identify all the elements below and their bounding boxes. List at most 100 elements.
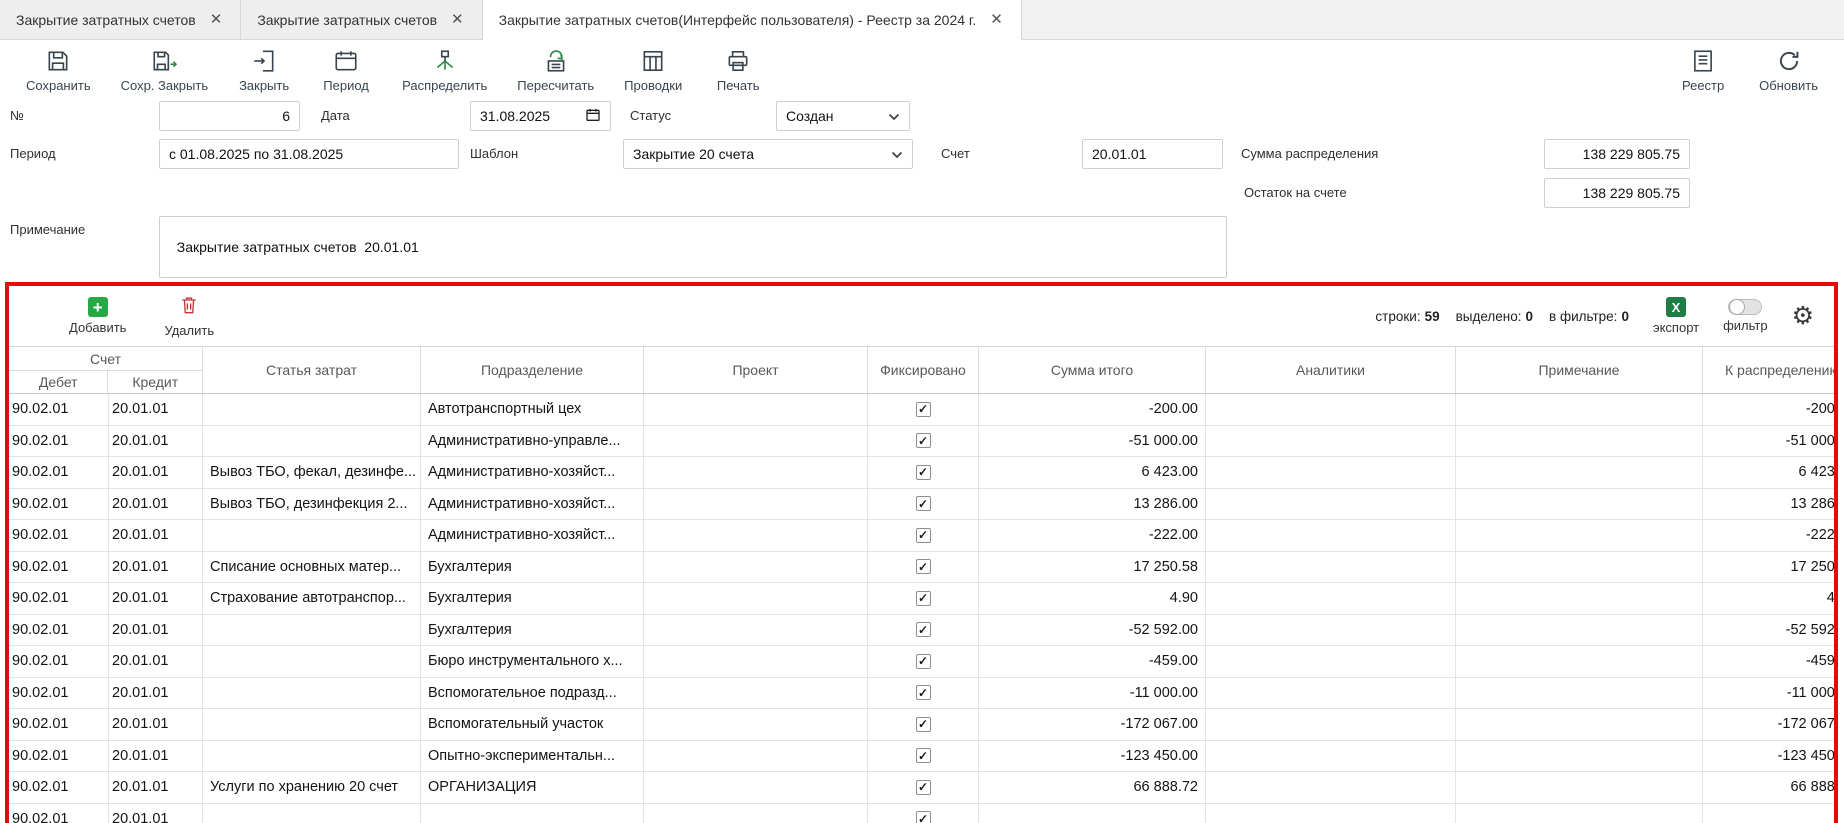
cell-analytics: [1206, 583, 1456, 614]
fixed-checkbox[interactable]: ✓: [916, 402, 931, 417]
table-row[interactable]: 90.02.0120.01.01Вывоз ТБО, фекал, дезинф…: [9, 457, 1838, 489]
cell-department: Административно-хозяйст...: [421, 489, 644, 520]
cell-analytics: [1206, 520, 1456, 551]
close-tab-icon[interactable]: ✕: [988, 10, 1005, 29]
print-button[interactable]: Печать: [712, 47, 764, 93]
table-row[interactable]: 90.02.0120.01.01Бухгалтерия✓-52 592.00-5…: [9, 615, 1838, 647]
date-picker-icon[interactable]: [585, 107, 601, 126]
table-row[interactable]: 90.02.0120.01.01Вывоз ТБО, дезинфекция 2…: [9, 489, 1838, 521]
table-row[interactable]: 90.02.0120.01.01Автотранспортный цех✓-20…: [9, 394, 1838, 426]
balance-field[interactable]: 138 229 805.75: [1544, 178, 1690, 208]
table-row[interactable]: 90.02.0120.01.01Услуги по хранению 20 сч…: [9, 772, 1838, 804]
fixed-checkbox[interactable]: ✓: [916, 433, 931, 448]
delete-row-button[interactable]: Удалить: [164, 295, 214, 338]
close-tab-icon[interactable]: ✕: [208, 10, 225, 29]
cell-note: [1456, 646, 1703, 677]
table-row[interactable]: 90.02.0120.01.01Опытно-экспериментальн..…: [9, 741, 1838, 773]
cell-project: [644, 457, 868, 488]
cell-cost-item: [203, 709, 421, 740]
distribute-label: Распределить: [402, 78, 487, 93]
header-fixed[interactable]: Фиксировано: [868, 347, 979, 393]
fixed-checkbox[interactable]: ✓: [916, 496, 931, 511]
header-to-distribute[interactable]: К распределению: [1703, 347, 1838, 393]
export-excel-button[interactable]: X экспорт: [1653, 297, 1699, 335]
cell-fixed: ✓: [868, 552, 979, 583]
table-row[interactable]: 90.02.0120.01.01Вспомогательное подразд.…: [9, 678, 1838, 710]
fixed-checkbox[interactable]: ✓: [916, 528, 931, 543]
fixed-checkbox[interactable]: ✓: [916, 622, 931, 637]
distribute-button[interactable]: Распределить: [402, 47, 487, 93]
gear-icon[interactable]: ⚙: [1792, 304, 1814, 329]
note-field[interactable]: Закрытие затратных счетов 20.01.01: [159, 216, 1227, 278]
period-value: с 01.08.2025 по 31.08.2025: [169, 146, 343, 162]
table-row[interactable]: 90.02.0120.01.01Страхование автотранспор…: [9, 583, 1838, 615]
fixed-checkbox[interactable]: ✓: [916, 559, 931, 574]
fixed-checkbox[interactable]: ✓: [916, 654, 931, 669]
cell-cost-item: [203, 394, 421, 425]
header-credit[interactable]: Кредит: [108, 371, 202, 393]
header-cost-item[interactable]: Статья затрат: [203, 347, 421, 393]
fixed-checkbox[interactable]: ✓: [916, 780, 931, 795]
cell-credit: 20.01.01: [109, 520, 203, 551]
date-field[interactable]: 31.08.2025: [470, 101, 611, 131]
cell-fixed: ✓: [868, 457, 979, 488]
save-close-button[interactable]: Сохр. Закрыть: [121, 47, 209, 93]
header-note[interactable]: Примечание: [1456, 347, 1703, 393]
header-total[interactable]: Сумма итого: [979, 347, 1206, 393]
table-row[interactable]: 90.02.0120.01.01Административно-хозяйст.…: [9, 520, 1838, 552]
cell-total: -52 592.00: [979, 615, 1206, 646]
cell-to-distribute: -222.00: [1703, 520, 1838, 551]
account-field[interactable]: 20.01.01: [1082, 139, 1223, 169]
fixed-checkbox[interactable]: ✓: [916, 717, 931, 732]
fixed-checkbox[interactable]: ✓: [916, 685, 931, 700]
recalculate-button[interactable]: Пересчитать: [517, 47, 594, 93]
postings-button[interactable]: Проводки: [624, 47, 682, 93]
distribute-icon: [432, 47, 458, 75]
cell-credit: 20.01.01: [109, 709, 203, 740]
cell-debit: 90.02.01: [9, 426, 109, 457]
close-button[interactable]: Закрыть: [238, 47, 290, 93]
fixed-checkbox[interactable]: ✓: [916, 811, 931, 823]
cell-total: -222.00: [979, 520, 1206, 551]
add-row-button[interactable]: + Добавить: [69, 297, 126, 335]
cell-total: 6 423.00: [979, 457, 1206, 488]
registry-button[interactable]: Реестр: [1677, 47, 1729, 93]
table-row[interactable]: 90.02.0120.01.01Вспомогательный участок✓…: [9, 709, 1838, 741]
close-tab-icon[interactable]: ✕: [449, 10, 466, 29]
save-button[interactable]: Сохранить: [26, 47, 91, 93]
cell-cost-item: Вывоз ТБО, дезинфекция 2...: [203, 489, 421, 520]
filter-toggle[interactable]: фильтр: [1723, 299, 1767, 333]
cell-note: [1456, 520, 1703, 551]
template-select[interactable]: Закрытие 20 счета: [623, 139, 913, 169]
fixed-checkbox[interactable]: ✓: [916, 465, 931, 480]
table-row[interactable]: 90.02.0120.01.01Административно-управле.…: [9, 426, 1838, 458]
fixed-checkbox[interactable]: ✓: [916, 748, 931, 763]
header-debit[interactable]: Дебет: [9, 371, 108, 393]
status-select[interactable]: Создан: [776, 101, 910, 131]
fixed-checkbox[interactable]: ✓: [916, 591, 931, 606]
cell-department: Автотранспортный цех: [421, 394, 644, 425]
cell-note: [1456, 583, 1703, 614]
distribution-sum-field[interactable]: 138 229 805.75: [1544, 139, 1690, 169]
period-button[interactable]: Период: [320, 47, 372, 93]
table-row[interactable]: 90.02.0120.01.01✓: [9, 804, 1838, 823]
tab-close-accounts-1[interactable]: Закрытие затратных счетов ✕: [0, 0, 241, 39]
rows-count: строки:59: [1375, 309, 1439, 324]
header-project[interactable]: Проект: [644, 347, 868, 393]
filter-label: фильтр: [1723, 318, 1767, 333]
table-row[interactable]: 90.02.0120.01.01Списание основных матер.…: [9, 552, 1838, 584]
tab-close-accounts-registry[interactable]: Закрытие затратных счетов(Интерфейс поль…: [483, 0, 1022, 40]
cell-total: -459.00: [979, 646, 1206, 677]
period-field-label: Период: [10, 146, 56, 161]
cell-analytics: [1206, 709, 1456, 740]
header-analytics[interactable]: Аналитики: [1206, 347, 1456, 393]
tab-close-accounts-2[interactable]: Закрытие затратных счетов ✕: [241, 0, 482, 39]
cell-to-distribute: -459.00: [1703, 646, 1838, 677]
period-field[interactable]: с 01.08.2025 по 31.08.2025: [159, 139, 459, 169]
number-field[interactable]: 6: [159, 101, 300, 131]
tab-label: Закрытие затратных счетов: [16, 12, 196, 28]
toggle-switch[interactable]: [1728, 299, 1762, 315]
table-row[interactable]: 90.02.0120.01.01Бюро инструментального х…: [9, 646, 1838, 678]
refresh-button[interactable]: Обновить: [1759, 47, 1818, 93]
header-department[interactable]: Подразделение: [421, 347, 644, 393]
